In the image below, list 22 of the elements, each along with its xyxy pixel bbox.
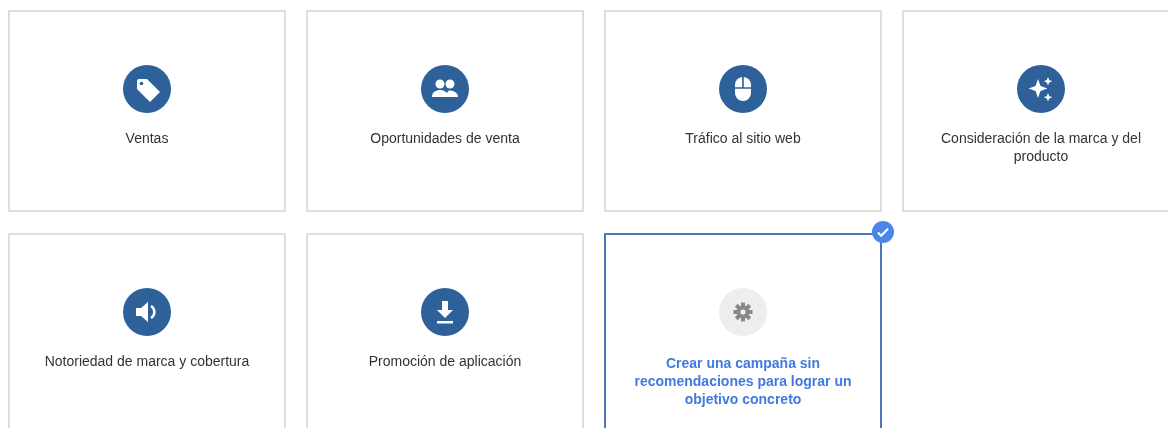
download-icon bbox=[421, 288, 469, 336]
goal-card[interactable]: Tráfico al sitio web bbox=[604, 10, 882, 212]
people-icon bbox=[421, 65, 469, 113]
goal-card[interactable]: Consideración de la marca y del producto bbox=[902, 10, 1168, 212]
goal-card[interactable]: Ventas bbox=[8, 10, 286, 212]
goal-card[interactable]: Promoción de aplicación bbox=[306, 233, 584, 428]
sparkle-icon bbox=[1017, 65, 1065, 113]
goal-label: Crear una campaña sin recomendaciones para lograr un objetivo concreto bbox=[633, 354, 853, 408]
mouse-icon bbox=[719, 65, 767, 113]
goal-label: Notoriedad de marca y cobertura bbox=[44, 352, 250, 370]
tag-icon bbox=[123, 65, 171, 113]
goal-label: Tráfico al sitio web bbox=[685, 129, 801, 147]
goal-label: Ventas bbox=[125, 129, 169, 147]
goal-card[interactable]: Oportunidades de venta bbox=[306, 10, 584, 212]
goal-card[interactable]: Notoriedad de marca y cobertura bbox=[8, 233, 286, 428]
goal-label: Consideración de la marca y del producto bbox=[940, 129, 1142, 165]
goal-label: Promoción de aplicación bbox=[368, 352, 522, 370]
goal-label: Oportunidades de venta bbox=[370, 129, 520, 147]
goal-card[interactable]: Crear una campaña sin recomendaciones para lograr un objetivo concreto bbox=[604, 233, 882, 428]
check-icon bbox=[872, 221, 894, 243]
gear-icon bbox=[719, 288, 767, 336]
speaker-icon bbox=[123, 288, 171, 336]
